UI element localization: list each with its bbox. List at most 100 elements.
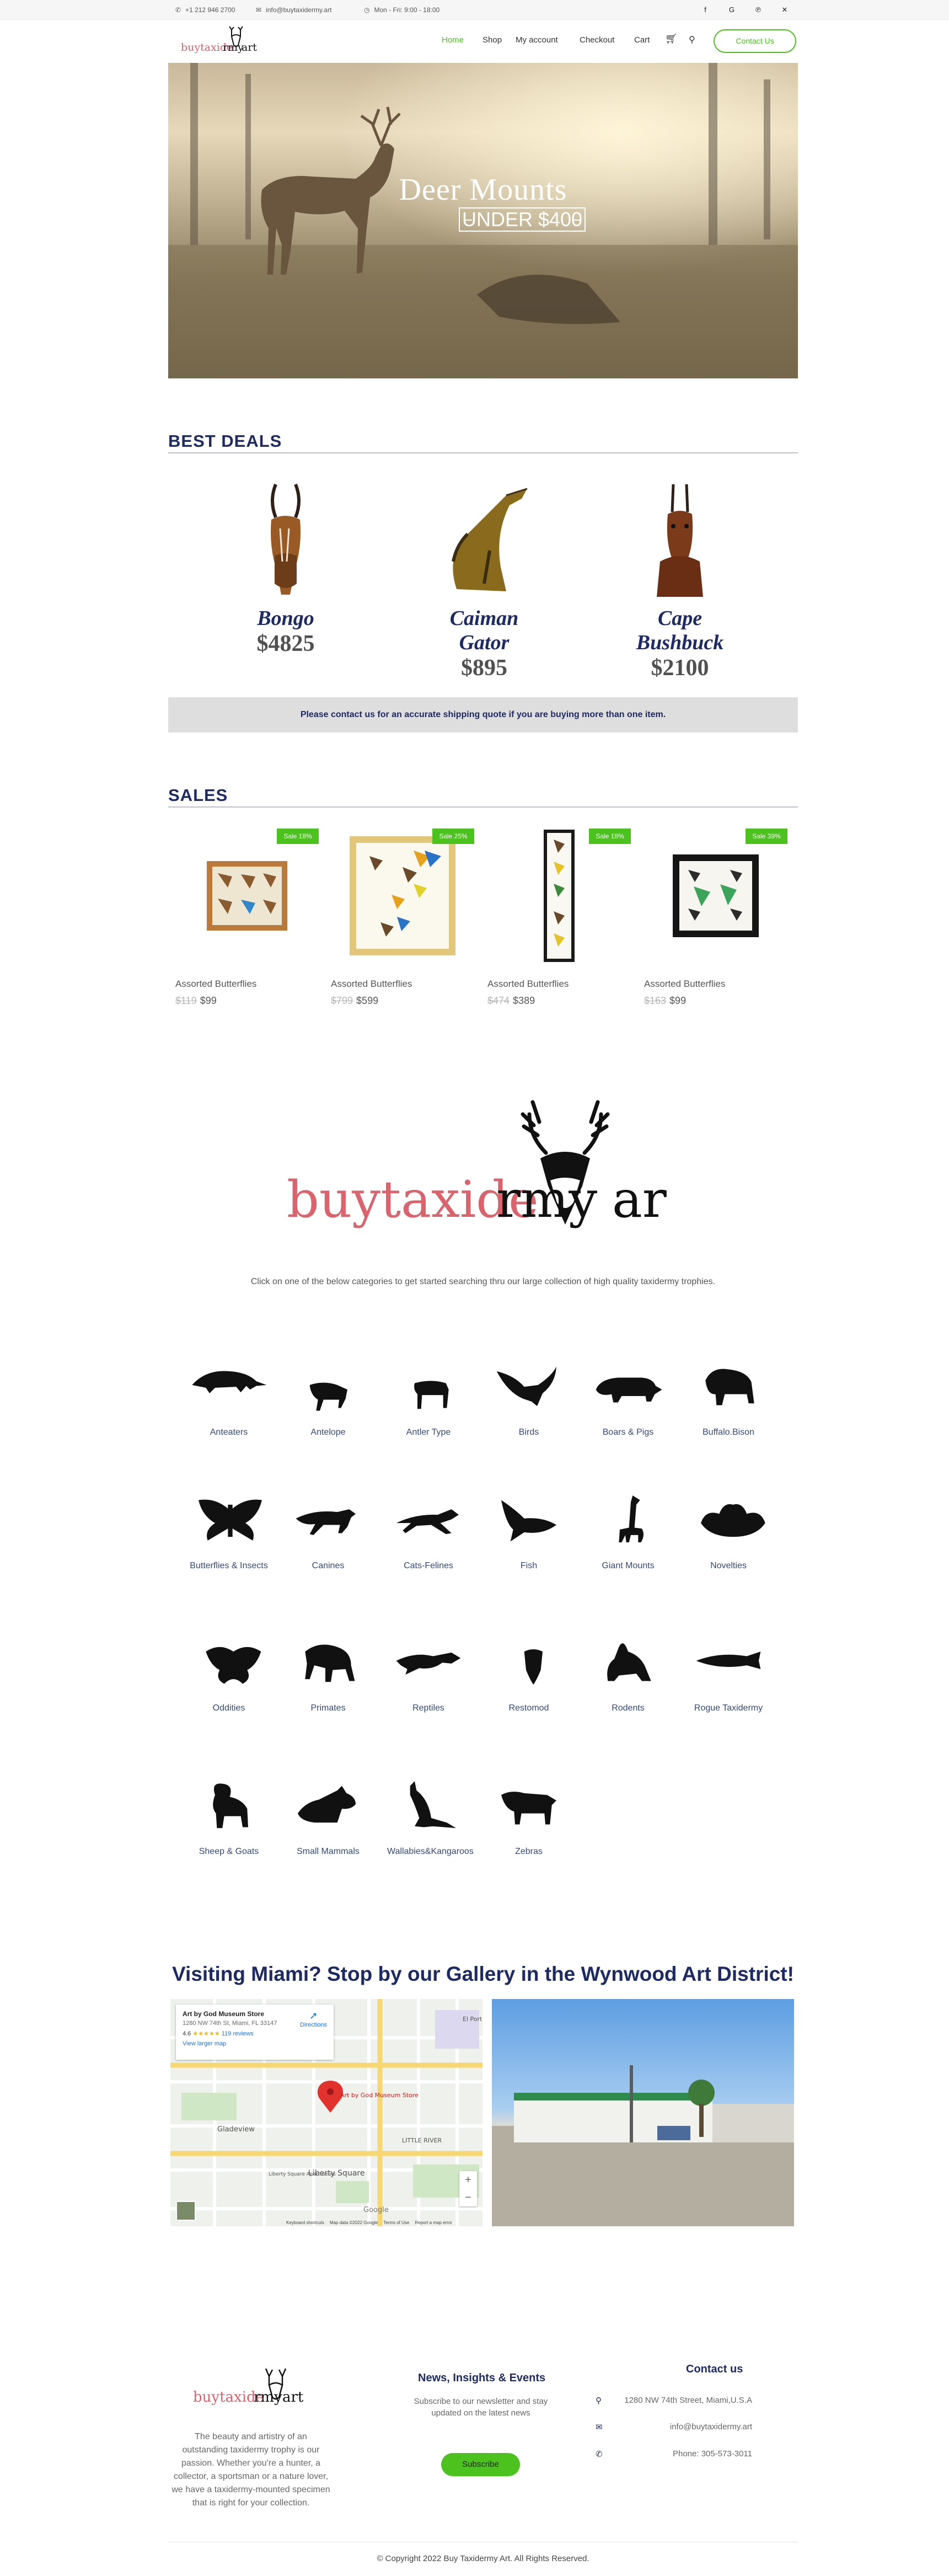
category-wallabies-kangaroos[interactable]: Wallabies&Kangaroos <box>387 1771 474 1857</box>
sale-badge: Sale 18% <box>589 829 631 844</box>
category-zebras[interactable]: Zebras <box>487 1771 570 1857</box>
footer-email-text[interactable]: info@buytaxidermy.art <box>670 2422 752 2431</box>
nav-cart[interactable]: Cart <box>634 35 650 45</box>
subscribe-button[interactable]: Subscribe <box>441 2453 520 2476</box>
contact-us-button[interactable]: Contact Us <box>714 29 796 53</box>
new-price: $389 <box>513 995 535 1006</box>
category-fish[interactable]: Fish <box>487 1485 570 1571</box>
category-label[interactable]: Buffalo.Bison <box>687 1428 770 1437</box>
category-label[interactable]: Boars & Pigs <box>587 1428 669 1437</box>
deal-cape-bushbuck[interactable]: Cape Bushbuck $2100 <box>619 473 741 681</box>
category-restomod[interactable]: Restomod <box>487 1627 570 1713</box>
category-label[interactable]: Primates <box>287 1703 369 1713</box>
zebras-icon <box>501 1792 556 1825</box>
category-label[interactable]: Small Mammals <box>287 1847 369 1857</box>
map-footer-report[interactable]: Report a map error <box>415 2220 452 2225</box>
copyright: © Copyright 2022 Buy Taxidermy Art. All … <box>377 2554 589 2563</box>
category-label[interactable]: Restomod <box>487 1703 570 1713</box>
footer-address-text: 1280 NW 74th Street, Miami,U.S.A <box>624 2396 752 2405</box>
map-label-store: Art by God Museum Store <box>340 2092 419 2099</box>
category-primates[interactable]: Primates <box>287 1627 369 1713</box>
facebook-icon[interactable]: f <box>700 5 710 15</box>
category-rogue-taxidermy[interactable]: Rogue Taxidermy <box>687 1627 770 1713</box>
category-anteaters[interactable]: Anteaters <box>187 1351 270 1437</box>
twitter-icon[interactable]: ✕ <box>780 5 790 15</box>
product-name[interactable]: Assorted Butterflies <box>175 979 319 990</box>
zoom-out-button[interactable]: − <box>459 2189 477 2206</box>
category-antler-type[interactable]: Antler Type <box>387 1351 470 1437</box>
nav-shop[interactable]: Shop <box>482 35 502 45</box>
product-name[interactable]: Assorted Butterflies <box>331 979 474 990</box>
sale-product-4[interactable]: Sale 39% Assorted Butterflies $163 $99 <box>644 829 787 1007</box>
product-name[interactable]: Assorted Butterflies <box>644 979 787 990</box>
category-label[interactable]: Anteaters <box>187 1428 270 1437</box>
birds-icon <box>496 1366 556 1407</box>
category-label[interactable]: Cats-Felines <box>387 1561 470 1571</box>
category-label[interactable]: Canines <box>287 1561 369 1571</box>
category-sheep-goats[interactable]: Sheep & Goats <box>187 1771 270 1857</box>
category-oddities[interactable]: Oddities <box>187 1627 270 1713</box>
site-logo[interactable]: buytaxide rmy art <box>181 25 258 56</box>
category-label[interactable]: Fish <box>487 1561 570 1571</box>
topbar-email[interactable]: ✉ info@buytaxidermy.art <box>256 6 331 14</box>
deal-bongo[interactable]: Bongo $4825 <box>225 473 346 657</box>
map-label-gladeview: Gladeview <box>217 2125 255 2134</box>
category-boars-pigs[interactable]: Boars & Pigs <box>587 1351 669 1437</box>
sale-badge: Sale 39% <box>746 829 787 844</box>
google-map[interactable]: Gladeview Liberty Square LITTLE RIVER El… <box>170 1999 482 2226</box>
google-icon[interactable]: G <box>727 5 737 15</box>
cart-icon[interactable]: 🛒︎ <box>665 33 678 45</box>
sale-product-2[interactable]: Sale 25% Assorted Butterflies $799 $599 <box>331 829 474 1007</box>
sale-product-1[interactable]: Sale 18% Assorted Butterflies $119 $99 <box>175 829 319 1007</box>
category-cats-felines[interactable]: Cats-Felines <box>387 1485 470 1571</box>
nav-checkout[interactable]: Checkout <box>580 35 614 45</box>
category-label[interactable]: Giant Mounts <box>587 1561 669 1571</box>
cape-bushbuck-image <box>657 484 703 597</box>
category-reptiles[interactable]: Reptiles <box>387 1627 470 1713</box>
category-label[interactable]: Birds <box>487 1428 570 1437</box>
sale-product-3[interactable]: Sale 18% Assorted Butterflies $474 $389 <box>487 829 631 1007</box>
directions-button[interactable]: ➚ Directions <box>300 2010 327 2028</box>
category-label[interactable]: Sheep & Goats <box>187 1847 270 1857</box>
hero-subtitle: UNDER $400 <box>459 207 586 232</box>
category-label[interactable]: Wallabies&Kangaroos <box>387 1847 474 1857</box>
category-label[interactable]: Rogue Taxidermy <box>687 1703 770 1713</box>
pinterest-icon[interactable]: ℗ <box>753 5 763 15</box>
category-novelties[interactable]: Novelties <box>687 1485 770 1571</box>
map-satellite-toggle[interactable] <box>176 2201 196 2221</box>
nav-my-account[interactable]: My account <box>516 35 558 45</box>
category-label[interactable]: Novelties <box>687 1561 770 1571</box>
restomod-icon <box>515 1638 552 1685</box>
category-label[interactable]: Oddities <box>187 1703 270 1713</box>
hero-banner[interactable]: Deer Mounts UNDER $400 <box>168 63 798 378</box>
category-label[interactable]: Zebras <box>487 1847 570 1857</box>
category-antelope[interactable]: Antelope <box>287 1351 369 1437</box>
category-buffalo-bison[interactable]: Buffalo.Bison <box>687 1351 770 1437</box>
category-label[interactable]: Butterflies & Insects <box>187 1561 270 1571</box>
topbar-phone[interactable]: ✆ +1 212 946 2700 <box>175 6 235 14</box>
nav-home[interactable]: Home <box>442 35 464 45</box>
map-footer-shortcuts[interactable]: Keyboard shortcuts <box>286 2220 324 2225</box>
category-giant-mounts[interactable]: Giant Mounts <box>587 1485 669 1571</box>
zoom-in-button[interactable]: + <box>459 2171 477 2189</box>
topbar-email-text: info@buytaxidermy.art <box>266 6 332 14</box>
category-label[interactable]: Reptiles <box>387 1703 470 1713</box>
footer-phone-text[interactable]: Phone: 305-573-3011 <box>673 2449 752 2459</box>
view-larger-map-link[interactable]: View larger map <box>183 2040 327 2047</box>
search-icon[interactable]: ⚲ <box>689 34 695 45</box>
category-birds[interactable]: Birds <box>487 1351 570 1437</box>
category-canines[interactable]: Canines <box>287 1485 369 1571</box>
category-label[interactable]: Antelope <box>287 1428 369 1437</box>
category-butterflies-insects[interactable]: Butterflies & Insects <box>187 1485 270 1571</box>
anteaters-icon <box>192 1371 267 1393</box>
map-footer-terms[interactable]: Terms of Use <box>383 2220 409 2225</box>
footer-logo[interactable]: buytaxide rmy art <box>193 2365 304 2409</box>
category-label[interactable]: Antler Type <box>387 1428 470 1437</box>
category-rodents[interactable]: Rodents <box>587 1627 669 1713</box>
product-name[interactable]: Assorted Butterflies <box>487 979 631 990</box>
map-reviews-link[interactable]: 119 reviews <box>222 2030 254 2037</box>
category-label[interactable]: Rodents <box>587 1703 669 1713</box>
deal-caiman-gator[interactable]: Caiman Gator $895 <box>423 473 545 681</box>
map-zoom-controls: + − <box>459 2171 477 2206</box>
category-small-mammals[interactable]: Small Mammals <box>287 1771 369 1857</box>
